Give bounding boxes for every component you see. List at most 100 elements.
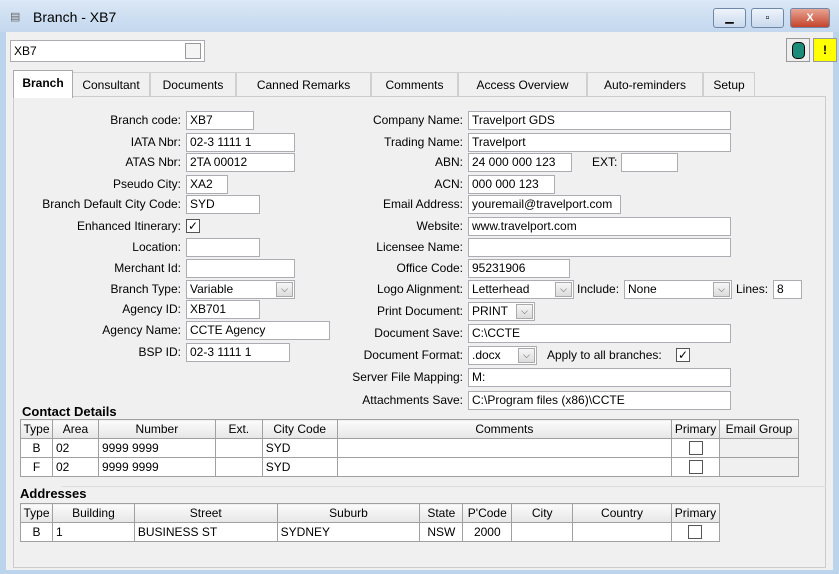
column-header[interactable]: Area xyxy=(51,419,99,439)
column-header[interactable]: Country xyxy=(572,503,672,523)
tab-documents[interactable]: Documents xyxy=(150,72,236,97)
cell-comments[interactable] xyxy=(336,457,673,477)
primary-checkbox[interactable] xyxy=(688,525,703,540)
branch-code-input[interactable]: XB7 xyxy=(186,111,254,130)
chevron-down-icon[interactable]: ⌵ xyxy=(713,282,730,297)
maximize-button[interactable]: ▫ xyxy=(751,8,784,28)
document-format-select[interactable]: .docx ⌵ xyxy=(468,346,537,365)
cell-suburb[interactable]: SYDNEY xyxy=(276,522,421,542)
cell-state[interactable]: NSW xyxy=(419,522,464,542)
include-select[interactable]: None ⌵ xyxy=(624,280,732,299)
cell-ext[interactable] xyxy=(214,457,263,477)
cell-pcode[interactable]: 2000 xyxy=(462,522,513,542)
chevron-down-icon[interactable]: ⌵ xyxy=(516,304,533,319)
column-header[interactable]: Building xyxy=(51,503,135,523)
lines-label: Lines: xyxy=(736,282,769,296)
acn-input[interactable]: 000 000 123 xyxy=(468,175,555,194)
office-code-input[interactable]: 95231906 xyxy=(468,259,570,278)
lines-input[interactable]: 8 xyxy=(773,280,802,299)
email-input[interactable]: youremail@travelport.com xyxy=(468,195,621,214)
branch-type-select[interactable]: Variable ⌵ xyxy=(186,280,295,299)
cell-type[interactable]: B xyxy=(20,522,53,542)
ext-input[interactable] xyxy=(621,153,678,172)
cell-area[interactable]: 02 xyxy=(51,457,99,477)
column-header[interactable]: Type xyxy=(20,419,53,439)
record-lookup-button[interactable] xyxy=(185,43,201,59)
enhanced-itinerary-checkbox[interactable]: ✓ xyxy=(186,219,200,233)
warning-icon[interactable]: ! xyxy=(813,38,837,62)
cell-comments[interactable] xyxy=(336,438,673,458)
chevron-down-icon[interactable]: ⌵ xyxy=(518,348,535,363)
cell-street[interactable]: BUSINESS ST xyxy=(133,522,278,542)
apply-all-checkbox[interactable]: ✓ xyxy=(676,348,690,362)
default-city-input[interactable]: SYD xyxy=(186,195,260,214)
iata-input[interactable]: 02-3 1111 1 xyxy=(186,133,295,152)
logo-alignment-select[interactable]: Letterhead ⌵ xyxy=(468,280,574,299)
acn-label: ACN: xyxy=(434,177,463,191)
cell-number[interactable]: 9999 9999 xyxy=(97,457,216,477)
merchant-id-label: Merchant Id: xyxy=(114,261,181,275)
column-header[interactable]: Email Group xyxy=(719,419,799,439)
pseudo-city-input[interactable]: XA2 xyxy=(186,175,228,194)
cell-type[interactable]: B xyxy=(20,438,53,458)
primary-checkbox[interactable] xyxy=(688,441,703,456)
tab-comments[interactable]: Comments xyxy=(371,72,458,97)
cell-city-code[interactable]: SYD xyxy=(261,438,338,458)
table-row[interactable]: B 1 BUSINESS ST SYDNEY NSW 2000 xyxy=(20,522,721,542)
column-header[interactable]: Primary xyxy=(671,419,721,439)
company-name-input[interactable]: Travelport GDS xyxy=(468,111,731,130)
document-save-input[interactable]: C:\CCTE xyxy=(468,324,731,343)
location-input[interactable] xyxy=(186,238,260,257)
cell-building[interactable]: 1 xyxy=(51,522,135,542)
trading-name-input[interactable]: Travelport xyxy=(468,133,731,152)
atas-input[interactable]: 2TA 00012 xyxy=(186,153,295,172)
column-header[interactable]: Type xyxy=(20,503,53,523)
column-header[interactable]: State xyxy=(419,503,464,523)
cell-email-group[interactable] xyxy=(719,457,799,477)
tab-canned-remarks[interactable]: Canned Remarks xyxy=(236,72,371,97)
chevron-down-icon[interactable]: ⌵ xyxy=(555,282,572,297)
table-row[interactable]: F 02 9999 9999 SYD xyxy=(20,457,799,477)
cell-type[interactable]: F xyxy=(20,457,53,477)
cell-city[interactable] xyxy=(511,522,574,542)
licensee-input[interactable] xyxy=(468,238,731,257)
tab-access-overview[interactable]: Access Overview xyxy=(458,72,587,97)
cell-area[interactable]: 02 xyxy=(51,438,99,458)
primary-checkbox[interactable] xyxy=(688,460,703,475)
column-header[interactable]: Street xyxy=(133,503,278,523)
column-header[interactable]: Comments xyxy=(336,419,673,439)
tab-setup[interactable]: Setup xyxy=(703,72,755,97)
cell-number[interactable]: 9999 9999 xyxy=(97,438,216,458)
column-header[interactable]: P'Code xyxy=(462,503,513,523)
column-header[interactable]: City xyxy=(511,503,574,523)
tab-auto-reminders[interactable]: Auto-reminders xyxy=(587,72,703,97)
bsp-id-input[interactable]: 02-3 1111 1 xyxy=(186,343,290,362)
abn-input[interactable]: 24 000 000 123 xyxy=(468,153,572,172)
agency-id-input[interactable]: XB701 xyxy=(186,300,260,319)
column-header[interactable]: Number xyxy=(97,419,216,439)
cell-country[interactable] xyxy=(572,522,672,542)
column-header[interactable]: City Code xyxy=(261,419,338,439)
merchant-id-input[interactable] xyxy=(186,259,295,278)
cell-email-group[interactable] xyxy=(719,438,799,458)
table-row[interactable]: B 02 9999 9999 SYD xyxy=(20,438,799,458)
ext-label: EXT: xyxy=(592,155,618,169)
database-icon[interactable] xyxy=(786,38,810,62)
server-mapping-input[interactable]: M: xyxy=(468,368,731,387)
cell-city-code[interactable]: SYD xyxy=(261,457,338,477)
atas-label: ATAS Nbr: xyxy=(125,155,181,169)
print-document-select[interactable]: PRINT ⌵ xyxy=(468,302,535,321)
tab-branch[interactable]: Branch xyxy=(13,70,73,98)
column-header[interactable]: Suburb xyxy=(276,503,421,523)
record-selector[interactable]: XB7 xyxy=(10,40,205,62)
minimize-button[interactable]: ▁ xyxy=(713,8,746,28)
tab-consultant[interactable]: Consultant xyxy=(72,72,150,97)
column-header[interactable]: Primary xyxy=(670,503,721,523)
attachments-save-input[interactable]: C:\Program files (x86)\CCTE xyxy=(468,391,731,410)
column-header[interactable]: Ext. xyxy=(214,419,263,439)
agency-name-input[interactable]: CCTE Agency xyxy=(186,321,330,340)
chevron-down-icon[interactable]: ⌵ xyxy=(276,282,293,297)
cell-ext[interactable] xyxy=(214,438,263,458)
website-input[interactable]: www.travelport.com xyxy=(468,217,731,236)
close-button[interactable]: X xyxy=(790,8,830,28)
